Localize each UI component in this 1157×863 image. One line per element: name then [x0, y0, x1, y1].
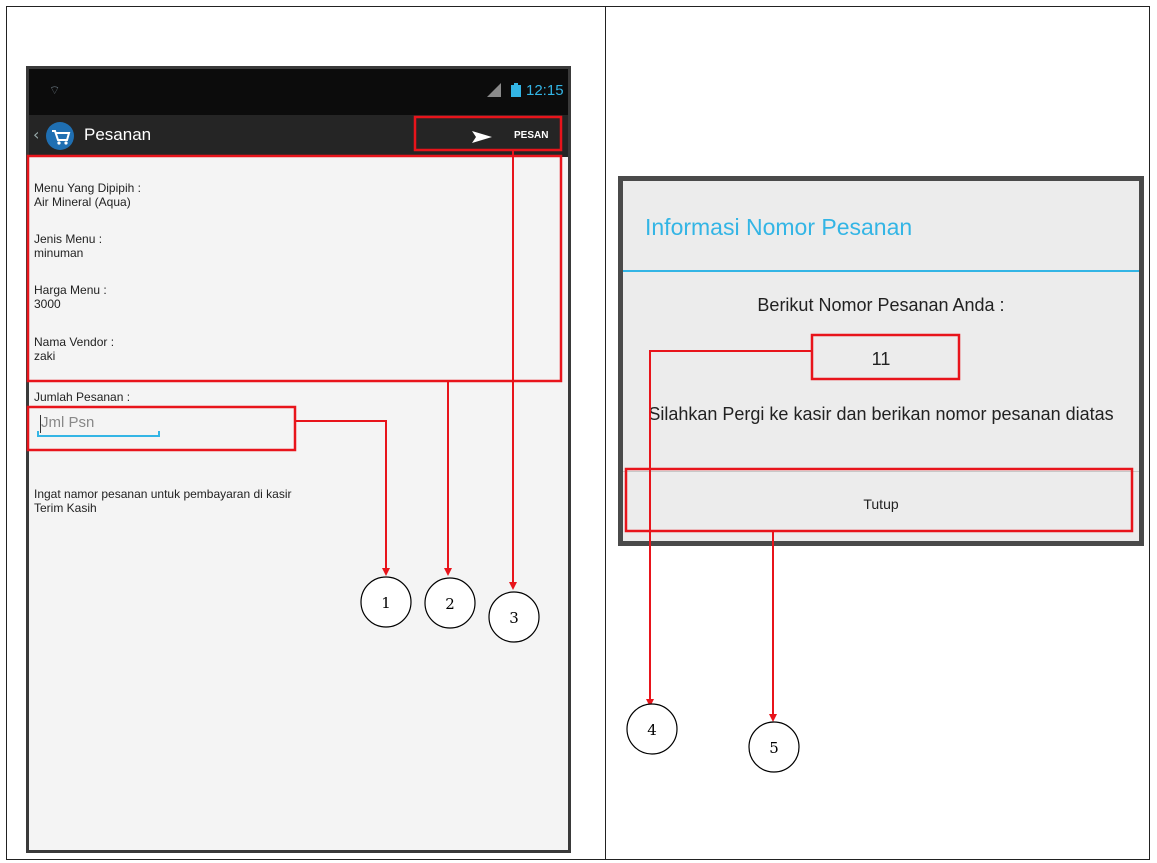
- jenis-label: Jenis Menu :: [34, 232, 103, 246]
- input-underline: [37, 435, 160, 437]
- phone-screen: ⌔ 12:15 ‹ Pesanan PESAN Menu Yang Dipipi…: [26, 66, 571, 853]
- text-cursor: [40, 415, 41, 433]
- dialog-title: Informasi Nomor Pesanan: [645, 214, 913, 240]
- dialog-title-divider: [623, 270, 1139, 272]
- callout-label-5: 5: [769, 739, 779, 757]
- order-number: 11: [871, 349, 891, 369]
- quantity-label: Jumlah Pesanan :: [34, 390, 131, 404]
- status-time: 12:15: [526, 82, 564, 99]
- tutup-label: Tutup: [863, 496, 899, 512]
- callout-label-4: 4: [647, 721, 657, 739]
- quantity-input[interactable]: Jml Psn: [37, 412, 160, 437]
- input-underline-left: [37, 431, 39, 437]
- harga-value: 3000: [34, 297, 61, 311]
- quantity-placeholder: Jml Psn: [41, 414, 95, 431]
- tutup-button[interactable]: Tutup: [623, 472, 1139, 541]
- callout-label-3: 3: [509, 609, 519, 627]
- status-bar: ⌔ 12:15: [29, 69, 568, 115]
- callout-label-1: 1: [381, 594, 391, 612]
- dialog-heading: Berikut Nomor Pesanan Anda :: [757, 295, 1005, 315]
- note-line-1: Ingat namor pesanan untuk pembayaran di …: [34, 487, 292, 501]
- pesan-button[interactable]: PESAN: [514, 130, 548, 141]
- page-title: Pesanan: [84, 125, 152, 144]
- notification-icon: ⌔: [49, 83, 61, 97]
- vendor-value: zaki: [34, 349, 56, 363]
- figure-divider: [605, 6, 606, 860]
- menu-value: Air Mineral (Aqua): [34, 195, 131, 209]
- cart-logo-icon[interactable]: [45, 121, 75, 151]
- jenis-value: minuman: [34, 246, 84, 260]
- note-line-2: Terim Kasih: [34, 501, 97, 515]
- input-underline-right: [158, 431, 160, 437]
- action-bar: ‹ Pesanan PESAN: [29, 115, 568, 157]
- battery-icon: [511, 83, 521, 97]
- callout-label-2: 2: [445, 595, 455, 613]
- menu-label: Menu Yang Dipipih :: [34, 181, 141, 195]
- send-icon[interactable]: [472, 131, 492, 143]
- harga-label: Harga Menu :: [34, 283, 107, 297]
- dialog-message: Silahkan Pergi ke kasir dan berikan nomo…: [648, 404, 1114, 424]
- back-chevron-icon[interactable]: ‹: [33, 125, 39, 144]
- signal-icon: [487, 83, 501, 97]
- order-number-dialog: Informasi Nomor Pesanan Berikut Nomor Pe…: [618, 176, 1144, 546]
- vendor-label: Nama Vendor :: [34, 335, 115, 349]
